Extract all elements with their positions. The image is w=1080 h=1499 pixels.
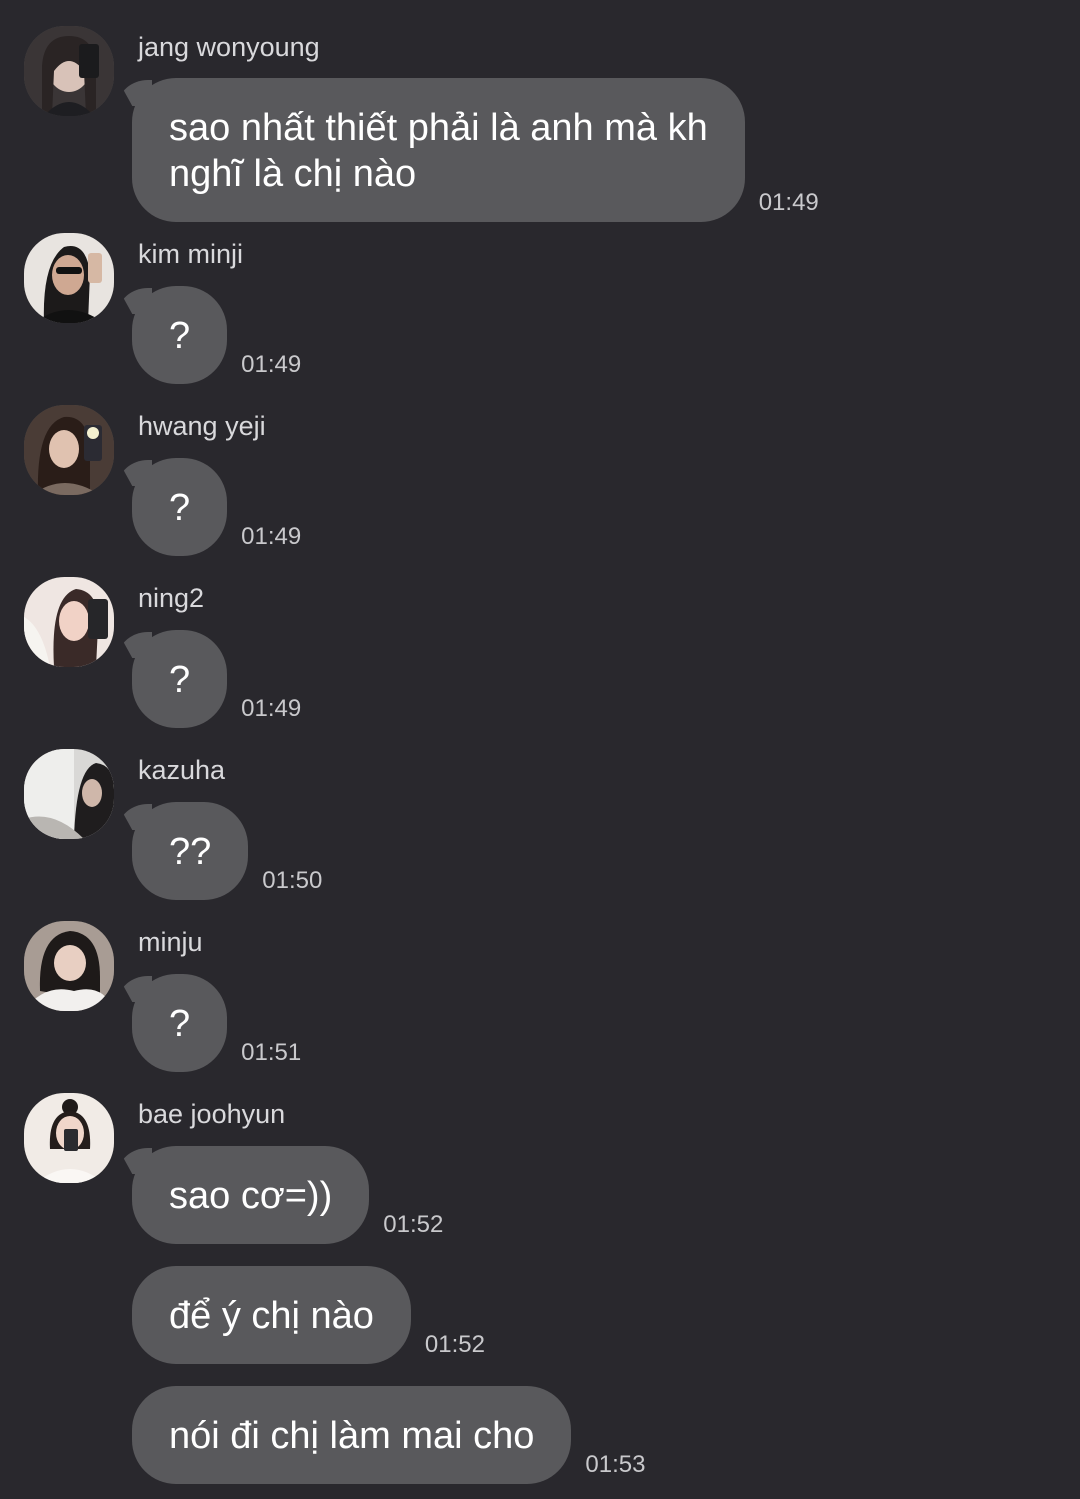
message-row: để ý chị nào 01:52 bbox=[132, 1266, 485, 1364]
message-bubble[interactable]: nói đi chị làm mai cho bbox=[132, 1386, 572, 1484]
message-timestamp: 01:50 bbox=[262, 867, 323, 894]
message-timestamp: 01:52 bbox=[383, 1211, 444, 1238]
avatar[interactable] bbox=[24, 577, 114, 667]
sender-name: ning2 bbox=[138, 583, 205, 613]
message-timestamp: 01:49 bbox=[241, 523, 302, 550]
message-row: ? 01:51 bbox=[132, 974, 301, 1072]
avatar[interactable] bbox=[24, 405, 114, 495]
avatar-photo-icon bbox=[24, 749, 114, 839]
message-bubble[interactable]: ? bbox=[132, 974, 228, 1072]
message-bubble[interactable]: ? bbox=[132, 286, 228, 384]
message-timestamp: 01:52 bbox=[424, 1331, 485, 1358]
message-bubble[interactable]: ? bbox=[132, 630, 228, 728]
sender-name: kim minji bbox=[138, 239, 243, 269]
sender-name: jang wonyoung bbox=[138, 32, 320, 62]
message-bubble[interactable]: sao nhất thiết phải là anh mà kh nghĩ là… bbox=[132, 78, 745, 222]
message-row: sao nhất thiết phải là anh mà kh nghĩ là… bbox=[132, 78, 819, 222]
avatar-photo-icon bbox=[24, 26, 114, 116]
message-row: ?? 01:50 bbox=[132, 802, 322, 900]
sender-name: hwang yeji bbox=[138, 411, 266, 441]
message-row: ? 01:49 bbox=[132, 286, 301, 384]
message-timestamp: 01:49 bbox=[241, 695, 302, 722]
avatar-photo-icon bbox=[24, 577, 114, 667]
message-bubble[interactable]: sao cơ=)) bbox=[132, 1146, 370, 1244]
message-bubble[interactable]: để ý chị nào bbox=[132, 1266, 411, 1364]
message-row: ? 01:49 bbox=[132, 630, 301, 728]
message-row: ? 01:49 bbox=[132, 458, 301, 556]
sender-name: minju bbox=[138, 927, 203, 957]
avatar-photo-icon bbox=[24, 233, 114, 323]
avatar[interactable] bbox=[24, 749, 114, 839]
avatar[interactable] bbox=[24, 233, 114, 323]
message-timestamp: 01:49 bbox=[241, 351, 302, 378]
avatar[interactable] bbox=[24, 921, 114, 1011]
avatar[interactable] bbox=[24, 26, 114, 116]
avatar[interactable] bbox=[24, 1093, 114, 1183]
sender-name: bae joohyun bbox=[138, 1099, 286, 1129]
message-row: sao cơ=)) 01:52 bbox=[132, 1146, 443, 1244]
avatar-photo-icon bbox=[24, 1093, 114, 1183]
avatar-photo-icon bbox=[24, 405, 114, 495]
message-timestamp: 01:53 bbox=[585, 1451, 646, 1478]
avatar-photo-icon bbox=[24, 921, 114, 1011]
message-timestamp: 01:49 bbox=[758, 189, 819, 216]
sender-name: kazuha bbox=[138, 755, 226, 785]
message-bubble[interactable]: ? bbox=[132, 458, 228, 556]
message-timestamp: 01:51 bbox=[241, 1039, 302, 1066]
message-bubble[interactable]: ?? bbox=[132, 802, 249, 900]
message-row: nói đi chị làm mai cho 01:53 bbox=[132, 1386, 645, 1484]
